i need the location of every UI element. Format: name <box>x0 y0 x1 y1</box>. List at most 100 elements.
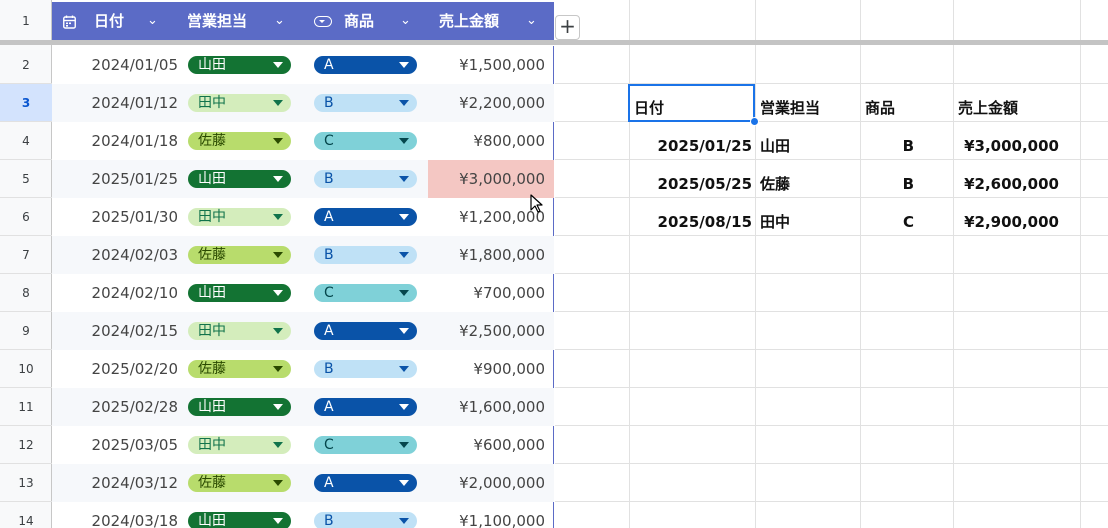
row-number[interactable]: 4 <box>0 122 52 160</box>
result-header-rep[interactable]: 営業担当 <box>760 89 820 127</box>
row-number[interactable]: 2 <box>0 46 52 84</box>
row-number-column: 1 2 3 4 5 6 7 8 9 10 11 12 13 14 <box>0 0 52 528</box>
freeze-bar[interactable] <box>0 40 1108 45</box>
date-cell[interactable]: 2024/02/03 <box>60 236 178 274</box>
amount-cell[interactable]: ¥1,500,000 <box>428 46 554 84</box>
product-chip[interactable]: B <box>314 170 417 188</box>
amount-cell[interactable]: ¥1,800,000 <box>428 236 554 274</box>
rep-chip[interactable]: 田中 <box>188 208 291 226</box>
product-chip[interactable]: A <box>314 322 417 340</box>
row-number[interactable]: 12 <box>0 426 52 464</box>
result-header-amount[interactable]: 売上金額 <box>958 89 1018 127</box>
amount-cell[interactable]: ¥1,600,000 <box>428 388 554 426</box>
date-cell[interactable]: 2025/02/28 <box>60 388 178 426</box>
product-chip-label: A <box>324 209 334 225</box>
result-header-product[interactable]: 商品 <box>865 89 895 127</box>
result-rep-cell[interactable]: 田中 <box>760 203 790 241</box>
chevron-down-icon[interactable]: ⌄ <box>400 2 411 40</box>
rep-chip[interactable]: 佐藤 <box>188 132 291 150</box>
row-number[interactable]: 7 <box>0 236 52 274</box>
amount-cell[interactable]: ¥700,000 <box>428 274 554 312</box>
result-date-cell[interactable]: 2025/05/25 <box>629 165 752 203</box>
header-date[interactable]: 日付 <box>94 2 124 40</box>
rep-chip[interactable]: 山田 <box>188 398 291 416</box>
result-rep-cell[interactable]: 山田 <box>760 127 790 165</box>
header-rep[interactable]: 営業担当 <box>187 2 247 40</box>
product-chip[interactable]: A <box>314 474 417 492</box>
rep-chip[interactable]: 佐藤 <box>188 360 291 378</box>
row-number[interactable]: 10 <box>0 350 52 388</box>
rep-chip[interactable]: 田中 <box>188 436 291 454</box>
product-chip[interactable]: C <box>314 284 417 302</box>
amount-cell[interactable]: ¥2,500,000 <box>428 312 554 350</box>
dropdown-arrow-icon <box>273 252 283 258</box>
header-product[interactable]: 商品 <box>344 2 374 40</box>
row-number[interactable]: 14 <box>0 502 52 528</box>
chevron-down-icon[interactable]: ⌄ <box>147 2 158 40</box>
row-number[interactable]: 5 <box>0 160 52 198</box>
amount-cell[interactable]: ¥2,200,000 <box>428 84 554 122</box>
result-product-cell[interactable]: B <box>860 127 914 165</box>
row-number[interactable]: 9 <box>0 312 52 350</box>
product-chip[interactable]: C <box>314 436 417 454</box>
dropdown-arrow-icon <box>273 404 283 410</box>
row-number[interactable]: 11 <box>0 388 52 426</box>
result-product-cell[interactable]: B <box>860 165 914 203</box>
date-cell[interactable]: 2024/02/15 <box>60 312 178 350</box>
rep-chip[interactable]: 山田 <box>188 512 291 528</box>
add-column-button[interactable]: + <box>555 15 580 40</box>
rep-chip[interactable]: 佐藤 <box>188 246 291 264</box>
result-header-date[interactable]: 日付 <box>634 89 664 127</box>
row-number[interactable]: 3 <box>0 84 52 122</box>
product-chip[interactable]: B <box>314 246 417 264</box>
date-cell[interactable]: 2024/01/18 <box>60 122 178 160</box>
amount-cell[interactable]: ¥900,000 <box>428 350 554 388</box>
date-cell[interactable]: 2024/01/05 <box>60 46 178 84</box>
date-cell[interactable]: 2024/03/12 <box>60 464 178 502</box>
result-amount-cell[interactable]: ¥2,600,000 <box>953 165 1059 203</box>
chevron-down-icon[interactable]: ⌄ <box>526 2 537 40</box>
product-chip[interactable]: B <box>314 360 417 378</box>
amount-cell[interactable]: ¥2,000,000 <box>428 464 554 502</box>
amount-cell[interactable]: ¥800,000 <box>428 122 554 160</box>
product-chip[interactable]: A <box>314 398 417 416</box>
amount-cell[interactable]: ¥600,000 <box>428 426 554 464</box>
product-chip[interactable]: C <box>314 132 417 150</box>
date-cell[interactable]: 2025/03/05 <box>60 426 178 464</box>
dropdown-arrow-icon <box>399 62 409 68</box>
row-number[interactable]: 1 <box>0 2 52 40</box>
row-number[interactable]: 8 <box>0 274 52 312</box>
result-date-cell[interactable]: 2025/01/25 <box>629 127 752 165</box>
date-cell[interactable]: 2024/02/10 <box>60 274 178 312</box>
header-amount[interactable]: 売上金額 <box>439 2 499 40</box>
product-chip[interactable]: A <box>314 208 417 226</box>
rep-chip[interactable]: 田中 <box>188 94 291 112</box>
result-date-cell[interactable]: 2025/08/15 <box>629 203 752 241</box>
amount-cell[interactable]: ¥3,000,000 <box>428 160 554 198</box>
rep-chip[interactable]: 田中 <box>188 322 291 340</box>
date-cell[interactable]: 2024/01/12 <box>60 84 178 122</box>
row-number[interactable]: 6 <box>0 198 52 236</box>
row-number[interactable]: 13 <box>0 464 52 502</box>
date-cell[interactable]: 2025/01/25 <box>60 160 178 198</box>
rep-chip[interactable]: 山田 <box>188 56 291 74</box>
amount-cell[interactable]: ¥1,100,000 <box>428 502 554 528</box>
date-cell[interactable]: 2024/03/18 <box>60 502 178 528</box>
chevron-down-icon[interactable]: ⌄ <box>274 2 285 40</box>
result-amount-cell[interactable]: ¥2,900,000 <box>953 203 1059 241</box>
fill-handle[interactable] <box>750 117 759 126</box>
date-cell[interactable]: 2025/02/20 <box>60 350 178 388</box>
result-amount-cell[interactable]: ¥3,000,000 <box>953 127 1059 165</box>
product-chip-label: A <box>324 57 334 73</box>
product-chip[interactable]: B <box>314 512 417 528</box>
rep-chip[interactable]: 佐藤 <box>188 474 291 492</box>
date-cell[interactable]: 2025/01/30 <box>60 198 178 236</box>
product-chip[interactable]: A <box>314 56 417 74</box>
result-rep-cell[interactable]: 佐藤 <box>760 165 790 203</box>
rep-chip[interactable]: 山田 <box>188 170 291 188</box>
rep-chip-label: 山田 <box>198 57 226 73</box>
dropdown-arrow-icon <box>273 138 283 144</box>
result-product-cell[interactable]: C <box>860 203 914 241</box>
product-chip[interactable]: B <box>314 94 417 112</box>
rep-chip[interactable]: 山田 <box>188 284 291 302</box>
